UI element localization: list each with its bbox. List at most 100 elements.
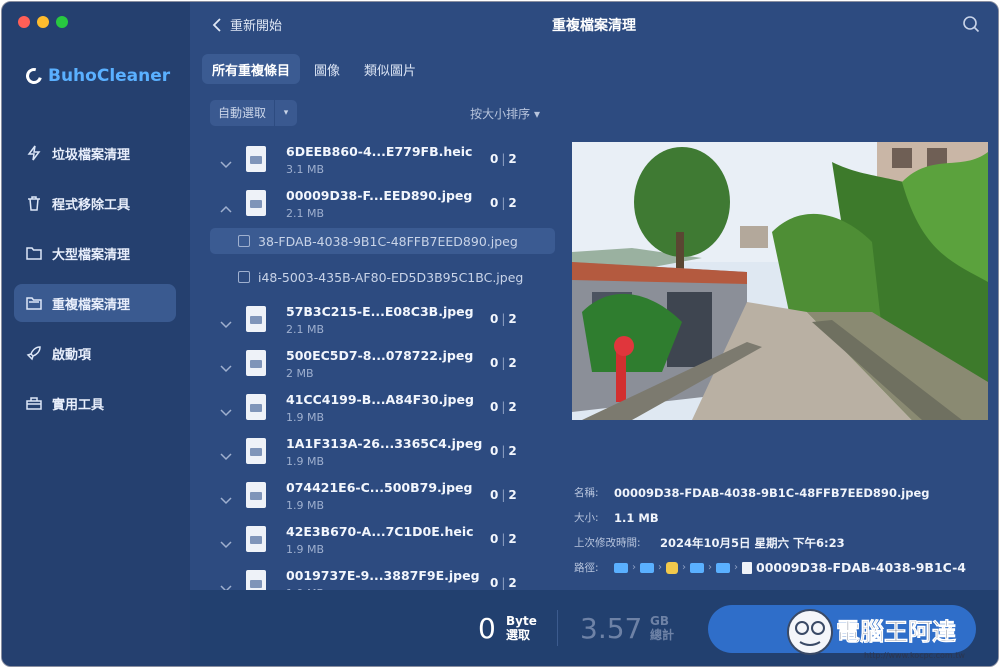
folder-icon[interactable] [614,562,628,573]
group-file-name: 41CC4199-B...A84F30.jpeg [286,392,474,407]
image-file-icon [246,306,266,332]
group-file-size: 1.9 MB [286,543,325,556]
folder-icon[interactable] [690,562,704,573]
sidebar-item-label: 啟動項 [52,347,92,363]
detail-size-row: 大小: 1.1 MB [574,505,984,530]
chevron-down-icon[interactable] [220,446,232,461]
chevron-down-icon[interactable] [220,314,232,329]
selection-count: 0 | 2 [490,400,517,414]
sidebar-item-toolkit[interactable]: 實用工具 [14,384,176,422]
sidebar-item-junk-cleaner[interactable]: 垃圾檔案清理 [14,134,176,172]
selected-label: 選取 [506,628,531,642]
group-file-size: 3.1 MB [286,163,325,176]
selected-count: 0 [490,356,499,370]
folder-icon[interactable] [716,562,730,573]
auto-select-label: 自動選取 [210,100,276,126]
selection-count: 0 | 2 [490,312,517,326]
group-file-size: 1.9 MB [286,499,325,512]
sidebar-item-duplicates[interactable]: 重複檔案清理 [14,284,176,322]
duplicate-group-row[interactable]: 42E3B670-A...7C1D0E.heic 1.9 MB 0 | 2 [210,520,555,564]
buho-logo-icon [23,65,45,87]
total-count: 2 [508,196,517,210]
total-size-value: 3.57 [580,612,643,645]
total-count: 2 [508,152,517,166]
folder-icon[interactable] [640,562,654,573]
duplicate-group-row[interactable]: 1A1F313A-26...3365C4.jpeg 1.9 MB 0 | 2 [210,432,555,476]
duplicate-group-row[interactable]: 00009D38-F...EED890.jpeg 2.1 MB 0 | 2 [210,184,555,228]
auto-select-dropdown[interactable]: 自動選取 ▾ [210,100,298,126]
file-checkbox[interactable] [238,235,250,247]
selection-count: 0 | 2 [490,196,517,210]
file-checkbox[interactable] [238,271,250,283]
chevron-right-icon: › [734,562,738,573]
image-file-icon [246,146,266,172]
list-toolbar: 自動選取 ▾ 按大小排序 ▾ [210,100,540,128]
detail-label: 大小: [574,512,599,524]
selected-count: 0 [490,488,499,502]
image-file-icon [246,190,266,216]
selected-count: 0 [490,576,499,590]
selection-count: 0 | 2 [490,532,517,546]
total-count: 2 [508,444,517,458]
count-separator: | [501,356,506,370]
chevron-up-icon[interactable] [220,198,232,213]
duplicate-group-row[interactable]: 500EC5D7-8...078722.jpeg 2 MB 0 | 2 [210,344,555,388]
sidebar-nav: 垃圾檔案清理 程式移除工具 大型檔案清理 重複檔案清理 啟動項 實用工具 [14,134,176,434]
sidebar-item-label: 程式移除工具 [52,197,131,213]
tab-images[interactable]: 圖像 [304,54,350,84]
watermark-logo: 電腦王阿達 http://www.kocpc.com.tw [787,609,965,660]
count-separator: | [501,532,506,546]
path-file-name[interactable]: 00009D38-FDAB-4038-9B1C-4 [756,560,966,575]
tab-all-duplicates[interactable]: 所有重複條目 [202,54,301,84]
group-file-size: 2 MB [286,367,314,380]
selected-count: 0 [490,400,499,414]
sort-dropdown[interactable]: 按大小排序 ▾ [470,105,540,122]
group-file-name: 500EC5D7-8...078722.jpeg [286,348,474,363]
image-file-icon [246,482,266,508]
selection-count: 0 | 2 [490,444,517,458]
close-window-button[interactable] [18,16,30,28]
toolbox-icon [26,395,42,411]
chevron-right-icon: › [708,562,712,573]
chevron-down-icon[interactable] [220,402,232,417]
selected-size-value: 0 [478,612,496,645]
chevron-down-icon[interactable] [220,490,232,505]
search-icon [963,16,980,33]
count-separator: | [501,196,506,210]
bolt-icon [26,145,42,161]
sidebar-item-startup[interactable]: 啟動項 [14,334,176,372]
image-file-icon [742,561,752,574]
photos-library-icon[interactable] [666,561,678,574]
detail-label: 名稱: [574,487,599,499]
zoom-window-button[interactable] [56,16,68,28]
chevron-down-icon[interactable] [220,154,232,169]
count-separator: | [501,444,506,458]
image-file-icon [246,350,266,376]
page-title: 重複檔案清理 [552,18,636,34]
sidebar: BuhoCleaner 垃圾檔案清理 程式移除工具 大型檔案清理 重複檔案清理 … [2,2,190,666]
duplicate-group-row[interactable]: 57B3C215-E...E08C3B.jpeg 2.1 MB 0 | 2 [210,300,555,344]
duplicate-group-row[interactable]: 0019737E-9...3887F9E.jpeg1.9 MB0|2 [210,564,555,592]
preview-photo [572,142,988,420]
duplicate-group-row[interactable]: 41CC4199-B...A84F30.jpeg 1.9 MB 0 | 2 [210,388,555,432]
chevron-down-icon[interactable] [220,578,232,592]
sidebar-item-app-uninstaller[interactable]: 程式移除工具 [14,184,176,222]
selected-count: 0 [490,444,499,458]
tab-similar-photos[interactable]: 類似圖片 [354,54,426,84]
group-file-name: 57B3C215-E...E08C3B.jpeg [286,304,474,319]
duplicate-group-row[interactable]: 6DEEB860-4...E779FB.heic 3.1 MB 0 | 2 [210,140,555,184]
detail-label: 上次修改時間: [574,537,641,549]
file-details: 名稱: 00009D38-FDAB-4038-9B1C-48FFB7EED890… [574,480,984,580]
duplicate-file-row[interactable]: i48-5003-435B-AF80-ED5D3B95C1BC.jpeg [210,264,555,290]
selection-count: 0 | 2 [490,356,517,370]
search-button[interactable] [962,15,980,33]
duplicate-folder-icon [26,295,42,311]
chevron-down-icon[interactable] [220,534,232,549]
duplicate-file-row[interactable]: 38-FDAB-4038-9B1C-48FFB7EED890.jpeg [210,228,555,254]
minimize-window-button[interactable] [37,16,49,28]
app-name: BuhoCleaner [48,66,171,86]
chevron-down-icon[interactable] [220,358,232,373]
duplicate-group-row[interactable]: 074421E6-C...500B79.jpeg 1.9 MB 0 | 2 [210,476,555,520]
selection-count: 0 | 2 [490,576,517,590]
sidebar-item-large-files[interactable]: 大型檔案清理 [14,234,176,272]
